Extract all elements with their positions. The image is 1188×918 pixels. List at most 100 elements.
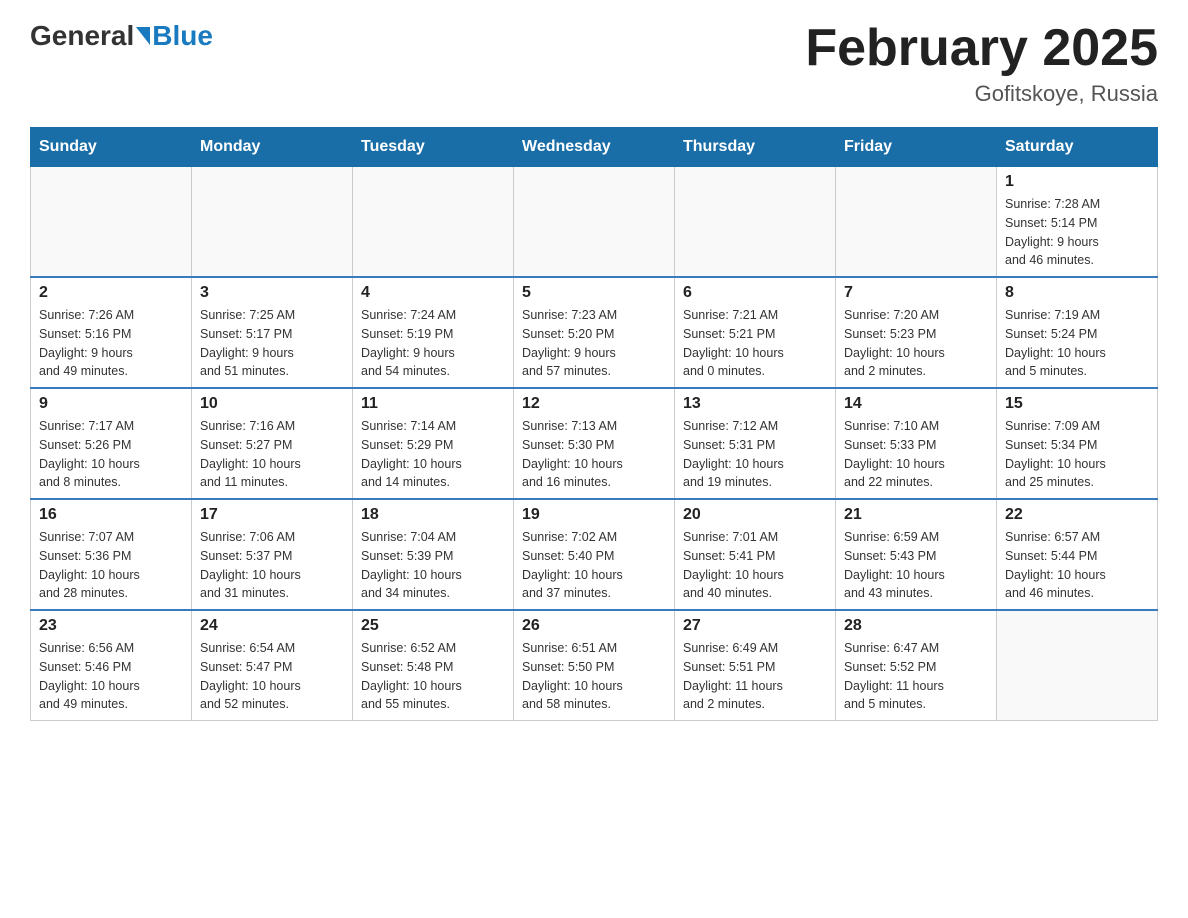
calendar-cell: 24 Sunrise: 6:54 AMSunset: 5:47 PMDayligh… bbox=[192, 610, 353, 721]
day-number: 21 bbox=[844, 506, 988, 524]
day-info: Sunrise: 7:01 AMSunset: 5:41 PMDaylight:… bbox=[683, 528, 827, 603]
day-info: Sunrise: 7:23 AMSunset: 5:20 PMDaylight:… bbox=[522, 306, 666, 381]
calendar-cell bbox=[675, 167, 836, 278]
day-info: Sunrise: 7:20 AMSunset: 5:23 PMDaylight:… bbox=[844, 306, 988, 381]
day-header-monday: Monday bbox=[192, 128, 353, 167]
calendar-cell: 7 Sunrise: 7:20 AMSunset: 5:23 PMDaylight… bbox=[836, 277, 997, 388]
day-number: 3 bbox=[200, 284, 344, 302]
calendar-cell: 14 Sunrise: 7:10 AMSunset: 5:33 PMDayligh… bbox=[836, 388, 997, 499]
calendar-cell bbox=[514, 167, 675, 278]
main-title: February 2025 bbox=[805, 20, 1158, 77]
day-number: 4 bbox=[361, 284, 505, 302]
day-number: 19 bbox=[522, 506, 666, 524]
day-number: 2 bbox=[39, 284, 183, 302]
calendar-cell: 23Sunrise: 6:56 AMSunset: 5:46 PMDayligh… bbox=[31, 610, 192, 721]
day-info: Sunrise: 7:17 AMSunset: 5:26 PMDaylight:… bbox=[39, 417, 183, 492]
calendar-cell: 2Sunrise: 7:26 AMSunset: 5:16 PMDaylight… bbox=[31, 277, 192, 388]
calendar-cell bbox=[192, 167, 353, 278]
week-row-3: 9 Sunrise: 7:17 AMSunset: 5:26 PMDaylight… bbox=[31, 388, 1158, 499]
calendar-cell: 3 Sunrise: 7:25 AMSunset: 5:17 PMDaylight… bbox=[192, 277, 353, 388]
days-header-row: SundayMondayTuesdayWednesdayThursdayFrid… bbox=[31, 128, 1158, 167]
day-number: 6 bbox=[683, 284, 827, 302]
day-number: 13 bbox=[683, 395, 827, 413]
day-number: 20 bbox=[683, 506, 827, 524]
calendar-cell: 17 Sunrise: 7:06 AMSunset: 5:37 PMDayligh… bbox=[192, 499, 353, 610]
day-number: 28 bbox=[844, 617, 988, 635]
logo-general-text: General bbox=[30, 20, 134, 52]
day-info: Sunrise: 6:57 AMSunset: 5:44 PMDaylight:… bbox=[1005, 528, 1149, 603]
day-number: 27 bbox=[683, 617, 827, 635]
day-info: Sunrise: 6:51 AMSunset: 5:50 PMDaylight:… bbox=[522, 639, 666, 714]
day-info: Sunrise: 7:14 AMSunset: 5:29 PMDaylight:… bbox=[361, 417, 505, 492]
day-info: Sunrise: 6:54 AMSunset: 5:47 PMDaylight:… bbox=[200, 639, 344, 714]
day-number: 12 bbox=[522, 395, 666, 413]
calendar-cell: 21 Sunrise: 6:59 AMSunset: 5:43 PMDayligh… bbox=[836, 499, 997, 610]
day-info: Sunrise: 7:02 AMSunset: 5:40 PMDaylight:… bbox=[522, 528, 666, 603]
day-info: Sunrise: 7:10 AMSunset: 5:33 PMDaylight:… bbox=[844, 417, 988, 492]
day-number: 5 bbox=[522, 284, 666, 302]
day-info: Sunrise: 6:59 AMSunset: 5:43 PMDaylight:… bbox=[844, 528, 988, 603]
day-number: 9 bbox=[39, 395, 183, 413]
day-info: Sunrise: 7:25 AMSunset: 5:17 PMDaylight:… bbox=[200, 306, 344, 381]
calendar-cell: 22 Sunrise: 6:57 AMSunset: 5:44 PMDayligh… bbox=[997, 499, 1158, 610]
calendar-cell bbox=[31, 167, 192, 278]
day-number: 11 bbox=[361, 395, 505, 413]
day-header-thursday: Thursday bbox=[675, 128, 836, 167]
day-info: Sunrise: 7:12 AMSunset: 5:31 PMDaylight:… bbox=[683, 417, 827, 492]
day-number: 25 bbox=[361, 617, 505, 635]
day-info: Sunrise: 7:21 AMSunset: 5:21 PMDaylight:… bbox=[683, 306, 827, 381]
day-number: 15 bbox=[1005, 395, 1149, 413]
week-row-4: 16 Sunrise: 7:07 AMSunset: 5:36 PMDayligh… bbox=[31, 499, 1158, 610]
calendar-cell: 1 Sunrise: 7:28 AMSunset: 5:14 PMDaylight… bbox=[997, 167, 1158, 278]
day-number: 1 bbox=[1005, 173, 1149, 191]
calendar-cell bbox=[353, 167, 514, 278]
day-number: 8 bbox=[1005, 284, 1149, 302]
calendar-cell: 9 Sunrise: 7:17 AMSunset: 5:26 PMDaylight… bbox=[31, 388, 192, 499]
subtitle: Gofitskoye, Russia bbox=[805, 81, 1158, 107]
calendar-cell: 5 Sunrise: 7:23 AMSunset: 5:20 PMDaylight… bbox=[514, 277, 675, 388]
calendar-cell: 27 Sunrise: 6:49 AMSunset: 5:51 PMDayligh… bbox=[675, 610, 836, 721]
calendar-cell: 25 Sunrise: 6:52 AMSunset: 5:48 PMDayligh… bbox=[353, 610, 514, 721]
calendar-cell: 19 Sunrise: 7:02 AMSunset: 5:40 PMDayligh… bbox=[514, 499, 675, 610]
day-info: Sunrise: 7:06 AMSunset: 5:37 PMDaylight:… bbox=[200, 528, 344, 603]
calendar-cell: 18Sunrise: 7:04 AMSunset: 5:39 PMDayligh… bbox=[353, 499, 514, 610]
week-row-5: 23Sunrise: 6:56 AMSunset: 5:46 PMDayligh… bbox=[31, 610, 1158, 721]
day-info: Sunrise: 6:56 AMSunset: 5:46 PMDaylight:… bbox=[39, 639, 183, 714]
day-info: Sunrise: 6:47 AMSunset: 5:52 PMDaylight:… bbox=[844, 639, 988, 714]
day-info: Sunrise: 7:19 AMSunset: 5:24 PMDaylight:… bbox=[1005, 306, 1149, 381]
day-info: Sunrise: 7:28 AMSunset: 5:14 PMDaylight:… bbox=[1005, 195, 1149, 270]
header: General Blue February 2025 Gofitskoye, R… bbox=[30, 20, 1158, 107]
day-number: 14 bbox=[844, 395, 988, 413]
calendar-cell bbox=[997, 610, 1158, 721]
day-info: Sunrise: 6:52 AMSunset: 5:48 PMDaylight:… bbox=[361, 639, 505, 714]
day-number: 16 bbox=[39, 506, 183, 524]
calendar-cell: 4Sunrise: 7:24 AMSunset: 5:19 PMDaylight… bbox=[353, 277, 514, 388]
day-number: 22 bbox=[1005, 506, 1149, 524]
day-info: Sunrise: 7:13 AMSunset: 5:30 PMDaylight:… bbox=[522, 417, 666, 492]
day-info: Sunrise: 7:09 AMSunset: 5:34 PMDaylight:… bbox=[1005, 417, 1149, 492]
day-header-saturday: Saturday bbox=[997, 128, 1158, 167]
day-number: 17 bbox=[200, 506, 344, 524]
calendar-cell: 13 Sunrise: 7:12 AMSunset: 5:31 PMDayligh… bbox=[675, 388, 836, 499]
day-number: 24 bbox=[200, 617, 344, 635]
day-info: Sunrise: 7:04 AMSunset: 5:39 PMDaylight:… bbox=[361, 528, 505, 603]
day-header-friday: Friday bbox=[836, 128, 997, 167]
calendar-cell: 12 Sunrise: 7:13 AMSunset: 5:30 PMDayligh… bbox=[514, 388, 675, 499]
calendar-table: SundayMondayTuesdayWednesdayThursdayFrid… bbox=[30, 127, 1158, 721]
day-header-wednesday: Wednesday bbox=[514, 128, 675, 167]
calendar-cell: 20 Sunrise: 7:01 AMSunset: 5:41 PMDayligh… bbox=[675, 499, 836, 610]
week-row-1: 1 Sunrise: 7:28 AMSunset: 5:14 PMDaylight… bbox=[31, 167, 1158, 278]
day-number: 7 bbox=[844, 284, 988, 302]
calendar-cell: 15 Sunrise: 7:09 AMSunset: 5:34 PMDayligh… bbox=[997, 388, 1158, 499]
calendar-cell: 26Sunrise: 6:51 AMSunset: 5:50 PMDayligh… bbox=[514, 610, 675, 721]
day-info: Sunrise: 7:07 AMSunset: 5:36 PMDaylight:… bbox=[39, 528, 183, 603]
day-header-tuesday: Tuesday bbox=[353, 128, 514, 167]
day-header-sunday: Sunday bbox=[31, 128, 192, 167]
calendar-cell: 6 Sunrise: 7:21 AMSunset: 5:21 PMDaylight… bbox=[675, 277, 836, 388]
week-row-2: 2Sunrise: 7:26 AMSunset: 5:16 PMDaylight… bbox=[31, 277, 1158, 388]
calendar-cell: 8 Sunrise: 7:19 AMSunset: 5:24 PMDaylight… bbox=[997, 277, 1158, 388]
logo-blue-text: Blue bbox=[152, 20, 213, 52]
calendar-cell: 11 Sunrise: 7:14 AMSunset: 5:29 PMDayligh… bbox=[353, 388, 514, 499]
logo-triangle-icon bbox=[136, 27, 150, 45]
day-info: Sunrise: 6:49 AMSunset: 5:51 PMDaylight:… bbox=[683, 639, 827, 714]
